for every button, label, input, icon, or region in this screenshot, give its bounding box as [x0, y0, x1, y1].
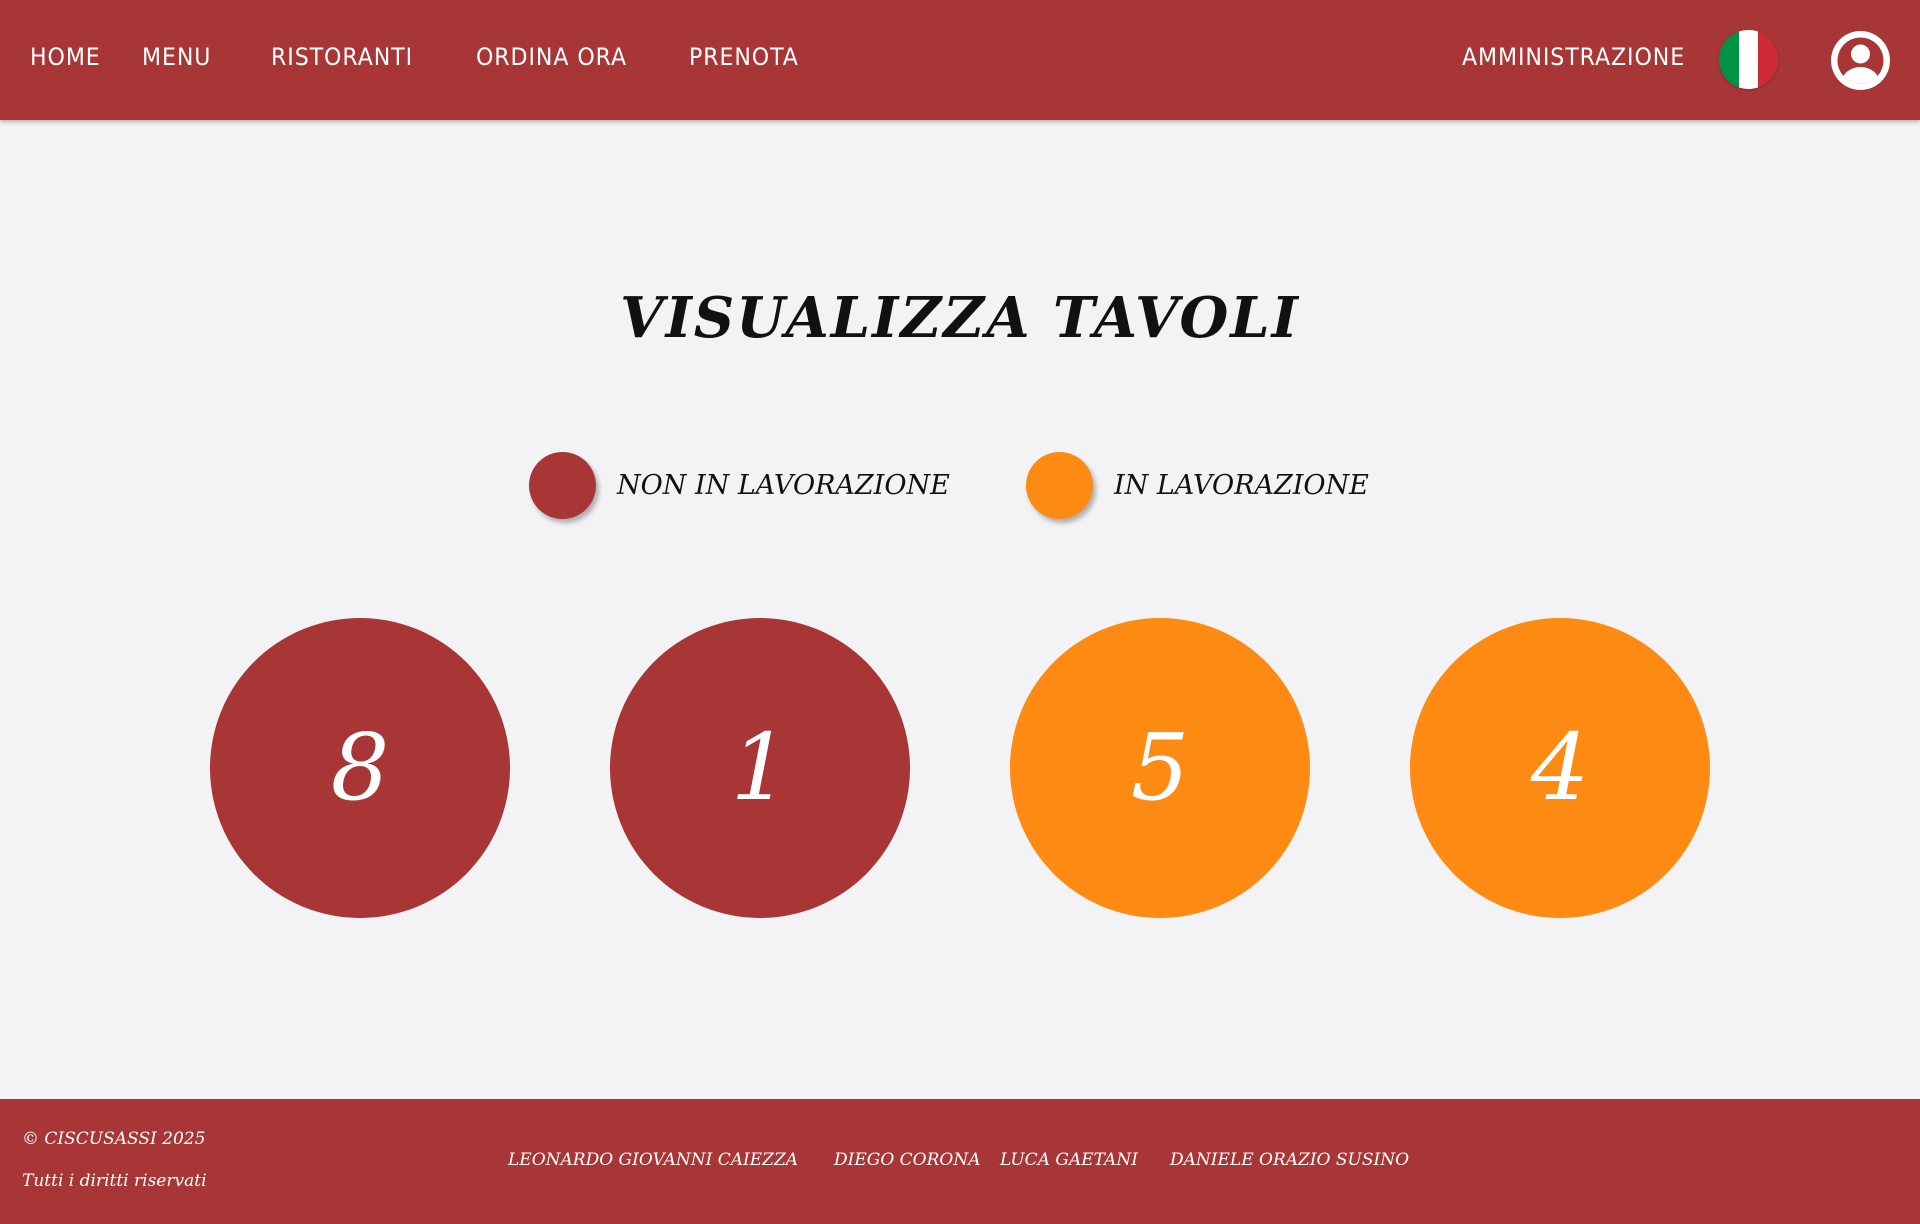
footer-copyright: © CISCUSASSI 2025 — [22, 1129, 206, 1149]
footer-author: DANIELE ORAZIO SUSINO — [1170, 1150, 1410, 1170]
table-number: 4 — [1530, 714, 1590, 821]
nav-link-home[interactable]: HOME — [30, 40, 101, 74]
table-number: 5 — [1130, 714, 1190, 821]
top-navigation-bar: HOME MENU RISTORANTI ORDINA ORA PRENOTA … — [0, 0, 1920, 120]
user-account-icon[interactable] — [1831, 31, 1890, 90]
legend-dot-in-lavorazione — [1026, 452, 1093, 519]
legend-dot-non-in-lavorazione — [529, 452, 596, 519]
page-title: VISUALIZZA TAVOLI — [620, 285, 1300, 351]
nav-link-ordina-ora[interactable]: ORDINA ORA — [476, 40, 627, 74]
table-number: 1 — [730, 714, 790, 821]
footer-author: LEONARDO GIOVANNI CAIEZZA — [508, 1150, 799, 1170]
table-circle-4[interactable]: 4 — [1410, 618, 1710, 918]
footer: © CISCUSASSI 2025 Tutti i diritti riserv… — [0, 1099, 1920, 1224]
footer-rights: Tutti i diritti riservati — [22, 1171, 207, 1191]
flag-green-stripe — [1719, 30, 1739, 89]
table-number: 8 — [330, 714, 390, 821]
nav-link-menu[interactable]: MENU — [142, 40, 211, 74]
footer-author: LUCA GAETANI — [1000, 1150, 1138, 1170]
nav-link-ristoranti[interactable]: RISTORANTI — [271, 40, 413, 74]
italy-flag-icon[interactable] — [1719, 30, 1778, 89]
table-circle-1[interactable]: 1 — [610, 618, 910, 918]
table-circle-8[interactable]: 8 — [210, 618, 510, 918]
table-circle-5[interactable]: 5 — [1010, 618, 1310, 918]
footer-author: DIEGO CORONA — [834, 1150, 981, 1170]
nav-link-prenota[interactable]: PRENOTA — [689, 40, 799, 74]
legend-label-in-lavorazione: IN LAVORAZIONE — [1114, 470, 1369, 501]
legend-label-non-in-lavorazione: NON IN LAVORAZIONE — [617, 470, 950, 501]
nav-link-amministrazione[interactable]: AMMINISTRAZIONE — [1462, 40, 1685, 74]
flag-red-stripe — [1758, 30, 1778, 89]
flag-white-stripe — [1738, 30, 1759, 89]
